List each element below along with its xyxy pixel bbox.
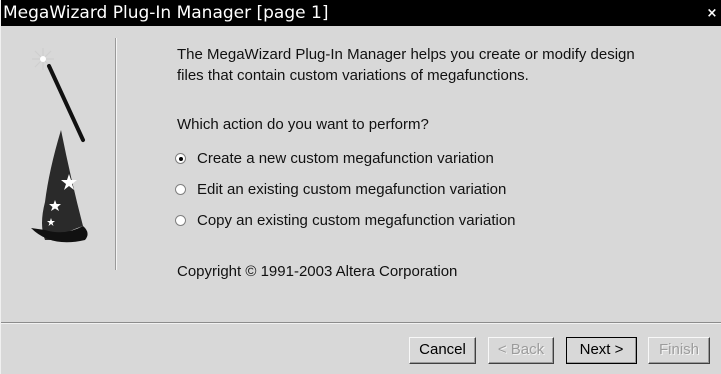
horizontal-divider (1, 322, 721, 323)
option-label[interactable]: Copy an existing custom megafunction var… (197, 212, 516, 229)
option-label[interactable]: Create a new custom megafunction variati… (197, 150, 494, 167)
radio-dot (179, 157, 183, 161)
copyright-text: Copyright © 1991-2003 Altera Corporation (177, 263, 458, 280)
back-button[interactable]: < Back (488, 337, 554, 364)
close-button[interactable]: × (705, 7, 719, 21)
intro-text: The MegaWizard Plug-In Manager helps you… (177, 44, 635, 86)
intro-line-1: The MegaWizard Plug-In Manager helps you… (177, 46, 635, 63)
wizard-hat-and-wand-icon (31, 48, 88, 243)
radio-button[interactable] (175, 215, 186, 226)
option-label[interactable]: Edit an existing custom megafunction var… (197, 181, 506, 198)
action-question: Which action do you want to perform? (177, 116, 429, 133)
vertical-divider (115, 38, 116, 270)
megawizard-dialog: MegaWizard Plug-In Manager [page 1] × Th… (0, 0, 721, 374)
title-bar: MegaWizard Plug-In Manager [page 1] × (1, 0, 721, 26)
next-button[interactable]: Next > (566, 337, 637, 364)
cancel-button[interactable]: Cancel (409, 337, 476, 364)
intro-line-2: files that contain custom variations of … (177, 67, 529, 84)
radio-button-selected[interactable] (175, 153, 186, 164)
window-title: MegaWizard Plug-In Manager [page 1] (3, 3, 329, 23)
radio-button[interactable] (175, 184, 186, 195)
finish-button[interactable]: Finish (648, 337, 710, 364)
